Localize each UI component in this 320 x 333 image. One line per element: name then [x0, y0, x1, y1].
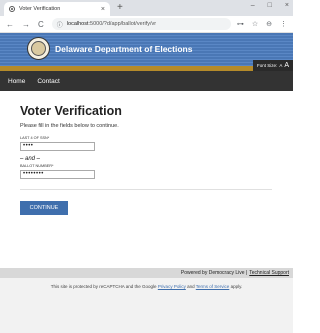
page-title: Voter Verification [20, 104, 122, 118]
ballot-number-input[interactable]: •••••••• [20, 170, 95, 179]
window-controls: – □ × [251, 2, 289, 9]
tab-title: Voter Verification [19, 6, 61, 12]
new-tab-button[interactable]: + [117, 2, 123, 14]
reload-icon[interactable]: C [38, 20, 44, 29]
main-nav: Home Contact [0, 71, 293, 91]
url-path: :5000/?d/app/ballot/verify/vr [88, 21, 157, 27]
back-icon[interactable]: ← [6, 20, 14, 29]
header-accent-bar: Font Size: A A [0, 60, 293, 71]
powered-by-text: Powered by Democracy Live | [180, 270, 248, 276]
font-size-controls: Font Size: A A [253, 60, 293, 71]
bookmark-star-icon[interactable]: ☆ [252, 20, 258, 28]
footer-bar: Powered by Democracy Live | Technical Su… [0, 268, 293, 278]
favicon-icon [9, 6, 15, 12]
terms-of-service-link[interactable]: Terms of Service [196, 284, 230, 289]
ssn-label: LAST 4 OF SSN* [20, 136, 50, 140]
technical-support-link[interactable]: Technical Support [249, 270, 289, 276]
main-content: Voter Verification Please fill in the fi… [0, 91, 293, 215]
font-size-label: Font Size: [257, 63, 278, 68]
key-icon[interactable]: ⊶ [237, 20, 244, 28]
browser-tab-strip: Voter Verification × + – □ × [0, 0, 293, 16]
site-header: Delaware Department of Elections [0, 33, 293, 66]
window-close-icon[interactable]: × [285, 2, 289, 9]
browser-menu-icon[interactable]: ⋮ [280, 20, 287, 28]
url-host: localhost [66, 21, 89, 27]
font-size-large-button[interactable]: A [284, 62, 289, 69]
nav-contact-link[interactable]: Contact [37, 78, 59, 85]
nav-home-link[interactable]: Home [8, 78, 25, 85]
continue-button[interactable]: CONTINUE [20, 201, 68, 215]
form-intro: Please fill in the fields below to conti… [20, 123, 119, 129]
browser-tab[interactable]: Voter Verification × [4, 2, 110, 16]
address-bar-actions: ⊶ ☆ ⊖ ⋮ [237, 20, 287, 28]
recaptcha-notice: This site is protected by reCAPTCHA and … [0, 278, 293, 333]
recaptcha-prefix: This site is protected by reCAPTCHA and … [50, 284, 157, 289]
ssn-input[interactable]: •••• [20, 142, 95, 151]
site-info-icon[interactable]: ⓘ [57, 20, 63, 29]
maximize-icon[interactable]: □ [268, 2, 272, 9]
site-title: Delaware Department of Elections [55, 44, 193, 54]
url-field[interactable]: ⓘ localhost :5000/?d/app/ballot/verify/v… [51, 18, 231, 30]
font-size-small-button[interactable]: A [279, 63, 282, 68]
tab-close-icon[interactable]: × [101, 6, 105, 13]
recaptcha-suffix: apply. [230, 284, 243, 289]
minimize-icon[interactable]: – [251, 2, 255, 9]
ballot-number-label: BALLOT NUMBER* [20, 164, 54, 168]
and-separator: – and – [20, 156, 41, 162]
profile-icon[interactable]: ⊖ [266, 20, 272, 28]
form-divider [20, 189, 272, 190]
forward-icon[interactable]: → [22, 20, 30, 29]
address-bar-row: ← → C ⓘ localhost :5000/?d/app/ballot/ve… [0, 16, 293, 33]
state-seal-icon [27, 37, 50, 60]
privacy-policy-link[interactable]: Privacy Policy [158, 284, 186, 289]
recaptcha-and: and [187, 284, 195, 289]
